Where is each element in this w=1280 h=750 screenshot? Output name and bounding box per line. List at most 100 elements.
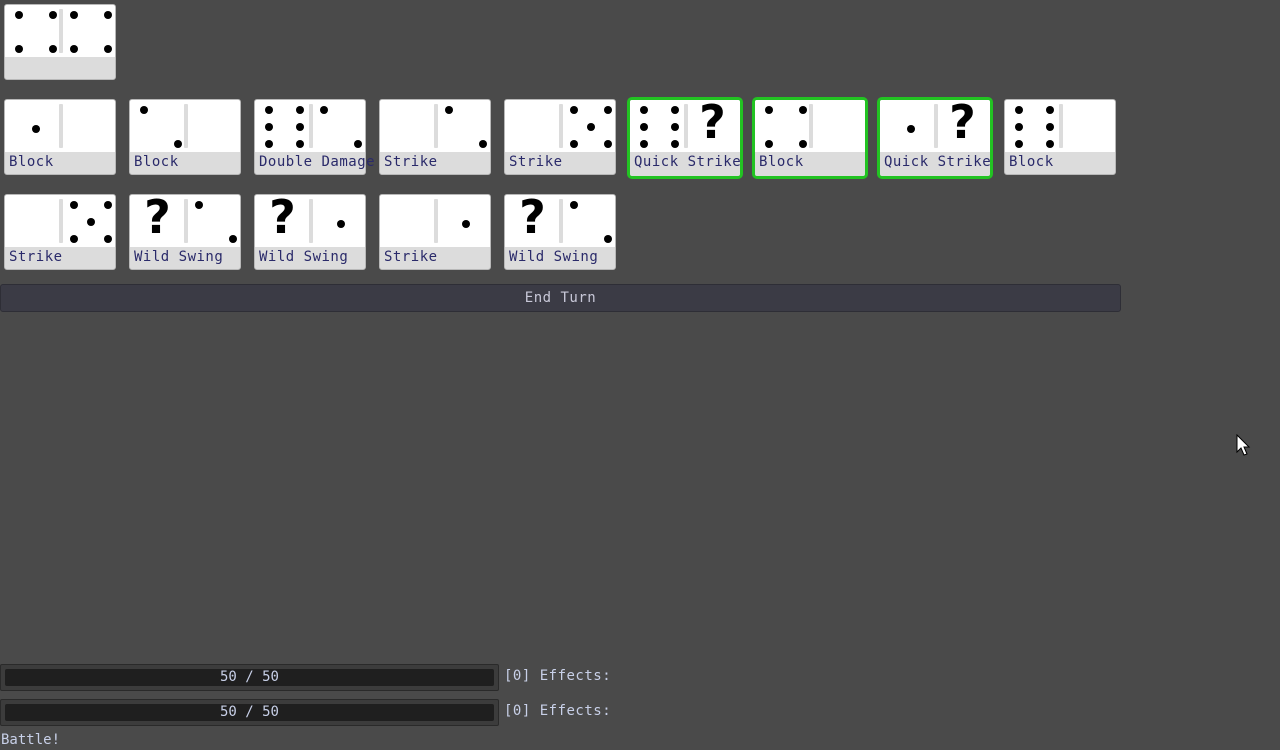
pip [265,123,273,131]
domino-card[interactable]: Block [752,97,868,179]
enemy-health-bar: 50 / 50 [0,699,499,726]
domino-card[interactable]: Strike [504,99,616,175]
pip [640,140,648,148]
pip [570,140,578,148]
domino-face: ? [255,191,365,247]
domino-ability-label: Block [759,154,804,170]
pip [104,45,112,53]
domino-face: ? [130,191,240,247]
domino-ability-label: Wild Swing [509,249,599,265]
pip [195,201,203,209]
pip [15,45,23,53]
pip [1015,106,1023,114]
domino-right-half [60,5,115,57]
question-mark-icon: ? [144,190,171,244]
pip [1046,140,1054,148]
domino-face [380,195,490,247]
pip [445,106,453,114]
domino-card[interactable]: ? Quick Strike [627,95,743,179]
domino-right-half [560,100,615,152]
domino-ability-label: Double Damage [259,154,376,170]
pip [104,201,112,209]
pip [1015,140,1023,148]
pip [570,106,578,114]
pip [604,140,612,148]
pip [1046,106,1054,114]
domino-ability-label: Strike [384,154,438,170]
domino-ability-label: Wild Swing [259,249,349,265]
domino-card[interactable]: Strike [4,194,116,270]
pip [1015,123,1023,131]
domino-ability-label: Strike [509,154,563,170]
domino-card[interactable]: ? Wild Swing [504,191,616,270]
domino-card[interactable]: ? Wild Swing [129,191,241,270]
pip [265,140,273,148]
domino-face [5,5,115,57]
domino-left-half [5,195,60,247]
pip [765,106,773,114]
domino-left-half [380,100,435,152]
domino-face [380,100,490,152]
domino-ability-label: Block [134,154,179,170]
pip [604,106,612,114]
pip [296,140,304,148]
question-mark-icon: ? [699,95,726,149]
domino-ability-label: Block [9,154,54,170]
pip [640,123,648,131]
question-mark-icon: ? [269,190,296,244]
domino-left-half [630,100,685,152]
domino-ability-label: Strike [9,249,63,265]
pip [570,201,578,209]
domino-card[interactable]: Block [1004,99,1116,175]
domino-right-half [435,100,490,152]
pip [462,220,470,228]
domino-card[interactable]: Block [129,99,241,175]
domino-right-half [60,195,115,247]
domino-card[interactable]: ? Quick Strike [877,96,993,179]
domino-card[interactable]: Block [4,99,116,175]
pip [49,45,57,53]
pip [799,106,807,114]
pip [70,45,78,53]
pip [604,235,612,243]
domino-left-half [5,5,60,57]
domino-ability-label: Wild Swing [134,249,224,265]
domino-face [5,100,115,152]
domino-face [505,100,615,152]
pip [587,123,595,131]
effects-label: [0] Effects: [504,703,612,719]
domino-right-half [310,195,365,247]
pip [1046,123,1054,131]
domino-right-half [185,100,240,152]
pip [337,220,345,228]
question-mark-icon: ? [519,190,546,244]
domino-right-half: ? [935,96,990,152]
pip [49,11,57,19]
pip [296,123,304,131]
domino-ability-label: Quick Strike [884,154,992,170]
domino-card[interactable]: Double Damage [254,99,375,175]
pip [479,140,487,148]
pip [640,106,648,114]
domino-left-half [755,100,810,152]
domino-card[interactable]: ? Wild Swing [254,191,366,270]
pip [671,123,679,131]
domino-face [130,100,240,152]
domino-right-half [560,195,615,247]
pip [265,106,273,114]
pip [87,218,95,226]
domino-left-half [505,100,560,152]
domino-card[interactable]: Strike [379,194,491,270]
pip [229,235,237,243]
pip [671,106,679,114]
effects-label: [0] Effects: [504,668,612,684]
domino-ability-label: Block [1009,154,1054,170]
domino-left-half: ? [505,191,560,247]
pip [765,140,773,148]
domino-left-half [255,100,310,152]
domino-card[interactable]: Strike [379,99,491,175]
pip [354,140,362,148]
pip [32,125,40,133]
domino-left-half [380,195,435,247]
end-turn-button[interactable]: End Turn [0,284,1121,312]
